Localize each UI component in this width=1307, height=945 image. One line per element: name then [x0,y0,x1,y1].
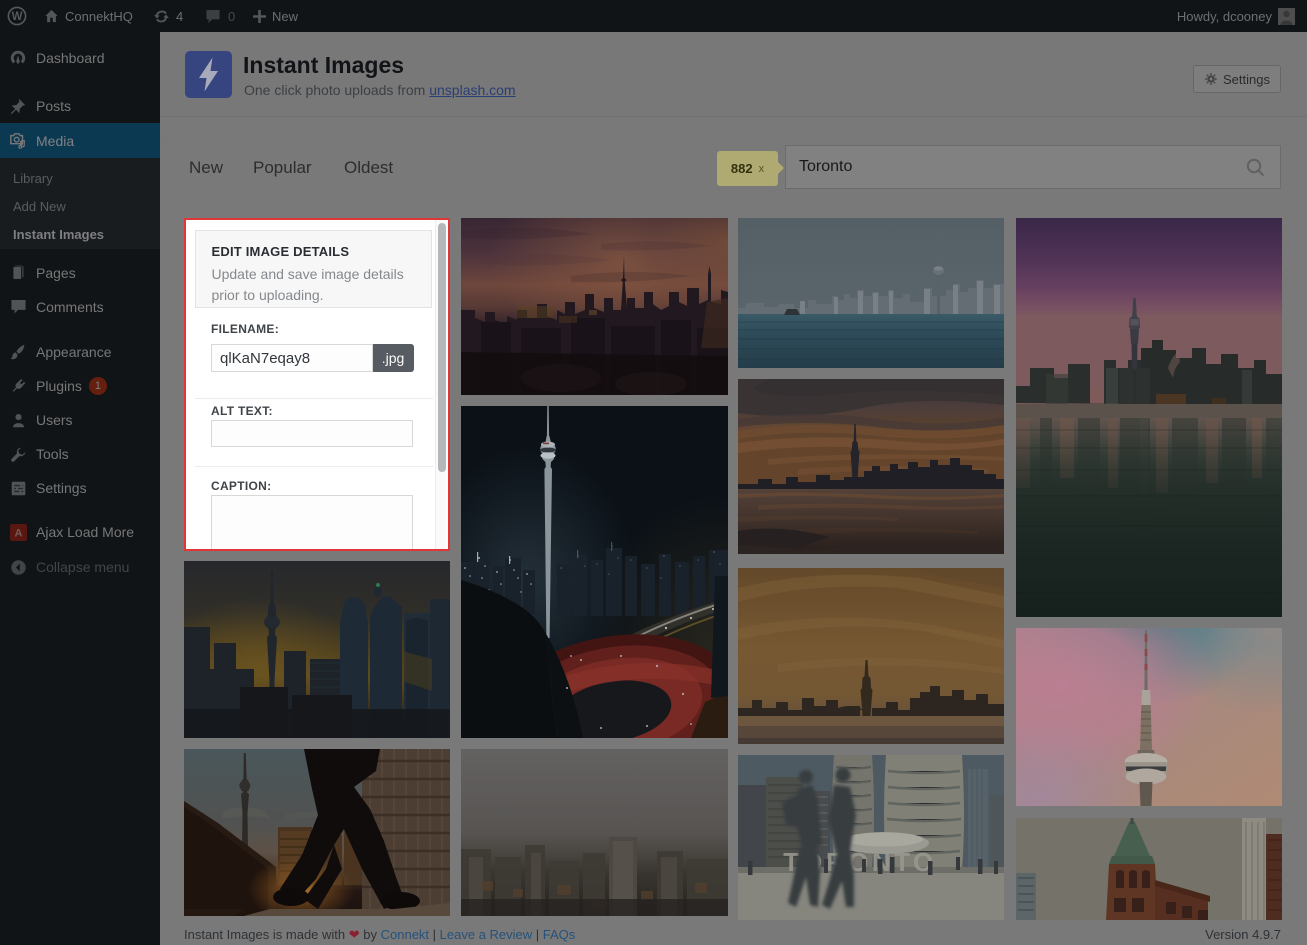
svg-text:A: A [14,527,22,539]
svg-text:W: W [12,11,23,23]
